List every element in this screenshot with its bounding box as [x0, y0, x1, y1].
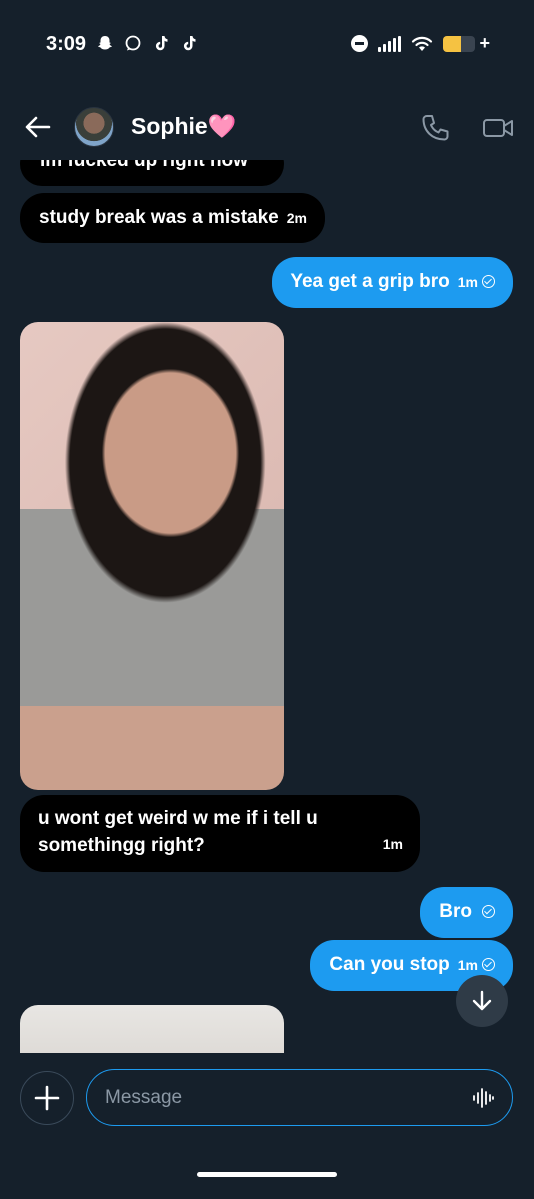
image-message[interactable]: [20, 1005, 284, 1053]
charging-icon: +: [479, 33, 490, 53]
tiktok-icon: [180, 34, 198, 58]
message-timestamp: 1m: [457, 274, 478, 290]
message-text: Can you stop: [329, 954, 450, 975]
heart-emoji: 🩷: [207, 113, 237, 139]
snapchat-icon: [96, 34, 114, 58]
message-incoming[interactable]: im fucked up right now: [20, 160, 284, 186]
message-field[interactable]: [86, 1069, 513, 1126]
read-check-icon: [482, 275, 495, 288]
avatar[interactable]: [74, 107, 114, 147]
message-timestamp: 2m: [286, 210, 307, 226]
message-text: Yea get a grip bro: [290, 271, 450, 292]
plus-icon: [34, 1085, 60, 1111]
voice-message-icon[interactable]: [472, 1087, 494, 1109]
add-media-button[interactable]: [20, 1071, 74, 1125]
message-list[interactable]: im fucked up right now study break was a…: [0, 160, 534, 1053]
message-outgoing[interactable]: Yea get a grip bro 1m: [272, 257, 513, 308]
back-arrow-icon[interactable]: [24, 113, 52, 141]
message-outgoing[interactable]: Bro: [420, 887, 513, 938]
notification-icons: [96, 34, 198, 58]
phone-call-icon[interactable]: [420, 113, 450, 143]
read-check-icon: [482, 905, 495, 918]
wifi-icon: [412, 36, 433, 51]
system-icons: +: [351, 33, 490, 54]
video-call-icon[interactable]: [482, 113, 514, 143]
tiktok-icon: [152, 34, 170, 58]
message-text: im fucked up right now: [40, 160, 248, 171]
status-time: 3:09: [46, 33, 87, 55]
do-not-disturb-icon: [351, 35, 369, 52]
message-text: study break was a mistake: [39, 207, 279, 228]
chat-bubble-icon: [124, 34, 142, 58]
image-message[interactable]: [20, 322, 284, 790]
message-incoming[interactable]: u wont get weird w me if i tell u someth…: [20, 795, 420, 872]
message-text-line-1: u wont get weird w me if i tell u: [38, 808, 318, 829]
message-timestamp: 1m: [382, 836, 403, 852]
signal-icon: [378, 35, 402, 52]
battery-icon: [443, 35, 476, 52]
message-timestamp: 1m: [457, 957, 478, 973]
message-text-line-2: somethingg right?: [38, 835, 205, 856]
contact-name[interactable]: Sophie🩷: [131, 113, 236, 140]
contact-name-text: Sophie: [131, 113, 208, 139]
message-text: Bro: [439, 901, 472, 922]
arrow-down-icon: [472, 990, 492, 1011]
status-bar: 3:09 +: [0, 0, 534, 90]
message-input[interactable]: [105, 1084, 455, 1112]
home-indicator[interactable]: [197, 1172, 337, 1177]
message-incoming[interactable]: study break was a mistake 2m: [20, 193, 325, 243]
message-composer: [0, 1068, 534, 1128]
scroll-to-bottom-button[interactable]: [456, 975, 508, 1027]
read-check-icon: [482, 958, 495, 971]
conversation-header: Sophie🩷: [0, 95, 534, 160]
